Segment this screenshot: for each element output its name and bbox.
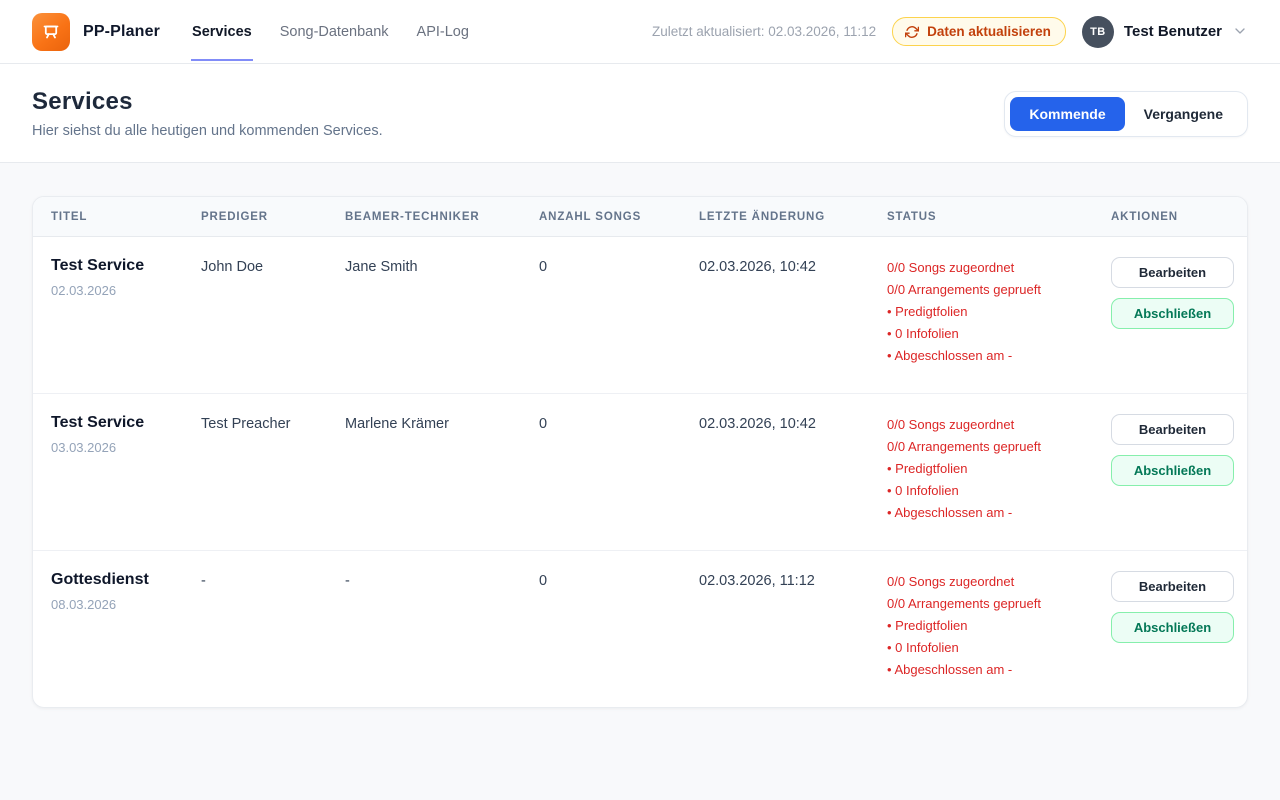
song-count-cell: 0 (539, 257, 699, 367)
service-title: Gottesdienst (51, 571, 201, 589)
status-line: 0/0 Arrangements geprueft (887, 593, 1111, 615)
user-menu[interactable]: TB Test Benutzer (1082, 16, 1248, 48)
avatar: TB (1082, 16, 1114, 48)
service-date: 03.03.2026 (51, 440, 201, 455)
page-title: Services (32, 88, 383, 116)
actions-cell: Bearbeiten Abschließen (1111, 257, 1234, 367)
edit-button[interactable]: Bearbeiten (1111, 257, 1234, 288)
nav-item-song-datenbank[interactable]: Song-Datenbank (279, 3, 390, 61)
service-title: Test Service (51, 414, 201, 432)
refresh-button-label: Daten aktualisieren (927, 24, 1051, 39)
status-line: 0/0 Songs zugeordnet (887, 257, 1111, 279)
technician-cell: Marlene Krämer (345, 414, 539, 524)
nav-item-services[interactable]: Services (191, 3, 253, 61)
refresh-data-button[interactable]: Daten aktualisieren (892, 17, 1066, 46)
status-line: 0/0 Arrangements geprueft (887, 279, 1111, 301)
service-title-cell: Test Service 03.03.2026 (51, 414, 201, 524)
table-header-row: Titel Prediger Beamer-Techniker Anzahl S… (33, 197, 1247, 237)
status-line: • Abgeschlossen am - (887, 659, 1111, 681)
main-nav: Services Song-Datenbank API-Log (191, 3, 470, 61)
last-change-cell: 02.03.2026, 11:12 (699, 571, 887, 681)
user-name: Test Benutzer (1124, 23, 1222, 40)
nav-item-api-log[interactable]: API-Log (416, 3, 470, 61)
table-row: Test Service 02.03.2026 John Doe Jane Sm… (33, 237, 1247, 394)
status-line: • Abgeschlossen am - (887, 345, 1111, 367)
page-header: Services Hier siehst du alle heutigen un… (0, 64, 1280, 163)
app-logo (32, 13, 70, 51)
edit-button[interactable]: Bearbeiten (1111, 571, 1234, 602)
status-line: • Predigtfolien (887, 458, 1111, 480)
services-table-card: Titel Prediger Beamer-Techniker Anzahl S… (32, 196, 1248, 708)
actions-cell: Bearbeiten Abschließen (1111, 414, 1234, 524)
last-change-cell: 02.03.2026, 10:42 (699, 414, 887, 524)
status-line: • Predigtfolien (887, 301, 1111, 323)
app-name: PP-Planer (83, 23, 160, 41)
preacher-cell: Test Preacher (201, 414, 345, 524)
tab-vergangene[interactable]: Vergangene (1125, 97, 1242, 131)
column-header-titel: Titel (51, 211, 201, 223)
status-line: • 0 Infofolien (887, 480, 1111, 502)
service-title-cell: Gottesdienst 08.03.2026 (51, 571, 201, 681)
service-date: 02.03.2026 (51, 283, 201, 298)
column-header-beamer-techniker: Beamer-Techniker (345, 211, 539, 223)
status-line: • 0 Infofolien (887, 323, 1111, 345)
status-line: 0/0 Songs zugeordnet (887, 571, 1111, 593)
last-updated-text: Zuletzt aktualisiert: 02.03.2026, 11:12 (652, 24, 876, 39)
column-header-aktionen: Aktionen (1111, 211, 1230, 223)
technician-cell: - (345, 571, 539, 681)
preacher-cell: - (201, 571, 345, 681)
actions-cell: Bearbeiten Abschließen (1111, 571, 1234, 681)
refresh-icon (905, 25, 919, 39)
preacher-cell: John Doe (201, 257, 345, 367)
service-date: 08.03.2026 (51, 597, 201, 612)
status-line: 0/0 Arrangements geprueft (887, 436, 1111, 458)
service-title: Test Service (51, 257, 201, 275)
tab-kommende[interactable]: Kommende (1010, 97, 1124, 131)
column-header-prediger: Prediger (201, 211, 345, 223)
last-change-cell: 02.03.2026, 10:42 (699, 257, 887, 367)
status-line: • Abgeschlossen am - (887, 502, 1111, 524)
complete-button[interactable]: Abschließen (1111, 455, 1234, 486)
table-row: Test Service 03.03.2026 Test Preacher Ma… (33, 394, 1247, 551)
status-line: • Predigtfolien (887, 615, 1111, 637)
complete-button[interactable]: Abschließen (1111, 298, 1234, 329)
page-subtitle: Hier siehst du alle heutigen und kommend… (32, 123, 383, 139)
status-line: • 0 Infofolien (887, 637, 1111, 659)
song-count-cell: 0 (539, 571, 699, 681)
complete-button[interactable]: Abschließen (1111, 612, 1234, 643)
brand-home-link[interactable]: PP-Planer (32, 13, 160, 51)
column-header-status: Status (887, 211, 1111, 223)
edit-button[interactable]: Bearbeiten (1111, 414, 1234, 445)
main-content: Titel Prediger Beamer-Techniker Anzahl S… (0, 163, 1280, 708)
technician-cell: Jane Smith (345, 257, 539, 367)
status-cell: 0/0 Songs zugeordnet 0/0 Arrangements ge… (887, 414, 1111, 524)
column-header-anzahl-songs: Anzahl Songs (539, 211, 699, 223)
status-cell: 0/0 Songs zugeordnet 0/0 Arrangements ge… (887, 257, 1111, 367)
table-row: Gottesdienst 08.03.2026 - - 0 02.03.2026… (33, 551, 1247, 707)
presentation-icon (41, 22, 61, 42)
status-cell: 0/0 Songs zugeordnet 0/0 Arrangements ge… (887, 571, 1111, 681)
song-count-cell: 0 (539, 414, 699, 524)
header-right: Zuletzt aktualisiert: 02.03.2026, 11:12 … (652, 16, 1248, 48)
app-header: PP-Planer Services Song-Datenbank API-Lo… (0, 0, 1280, 64)
page-heading-block: Services Hier siehst du alle heutigen un… (32, 88, 383, 139)
chevron-down-icon (1232, 20, 1248, 44)
service-title-cell: Test Service 02.03.2026 (51, 257, 201, 367)
service-filter-toggle: Kommende Vergangene (1004, 91, 1248, 137)
status-line: 0/0 Songs zugeordnet (887, 414, 1111, 436)
column-header-letzte-aenderung: Letzte Änderung (699, 211, 887, 223)
